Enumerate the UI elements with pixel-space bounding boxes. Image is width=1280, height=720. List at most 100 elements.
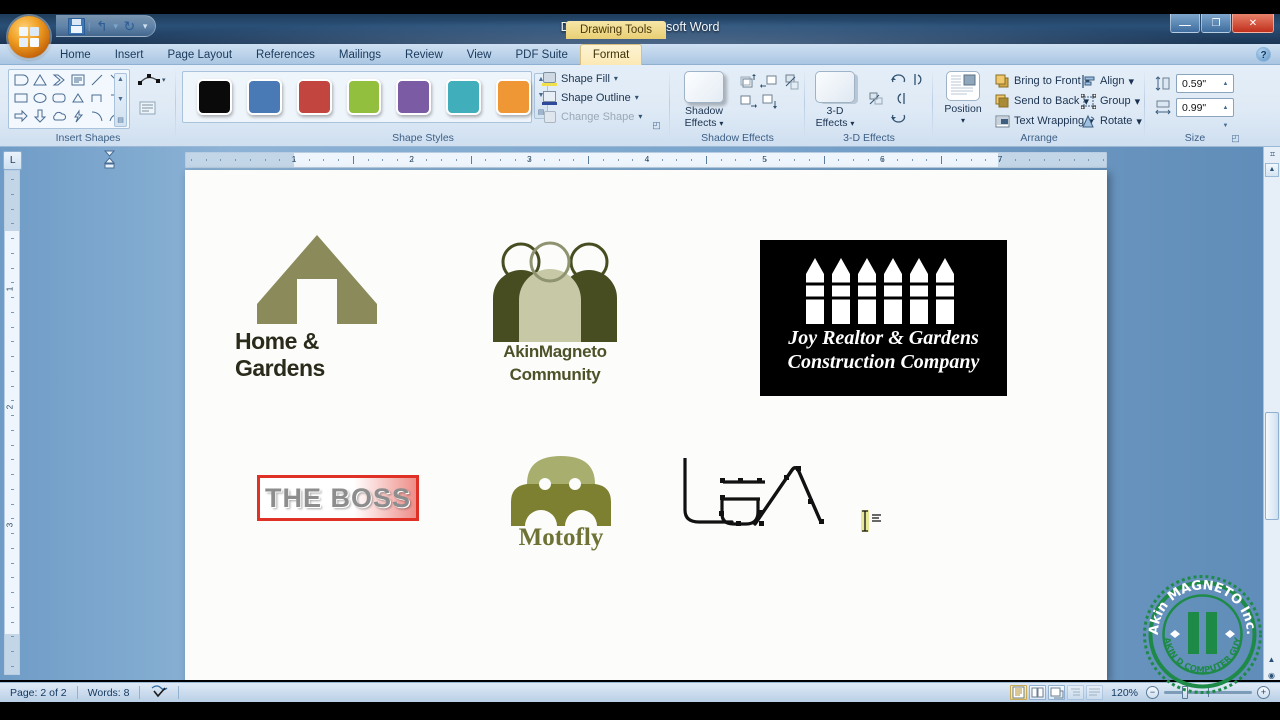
- size-dialog-launcher-icon[interactable]: ◰: [1230, 133, 1241, 144]
- shape-lightning-icon[interactable]: [69, 108, 88, 126]
- shape-height-stepper[interactable]: ▲▼: [1219, 75, 1232, 105]
- edit-points-icon[interactable]: ▾: [136, 71, 170, 95]
- tilt-left-icon[interactable]: [911, 71, 933, 91]
- selection-handle[interactable]: [784, 475, 789, 480]
- selection-handle[interactable]: [808, 499, 813, 504]
- shape-curve-icon[interactable]: [88, 108, 107, 126]
- shadow-on-off-icon[interactable]: [782, 73, 804, 93]
- shape-style-swatch-green[interactable]: [346, 79, 382, 115]
- tab-format[interactable]: Format: [579, 44, 643, 65]
- scrollbar-thumb[interactable]: [1265, 412, 1279, 520]
- shadow-effects-button[interactable]: Shadow Effects ▾: [678, 71, 730, 130]
- shape-width-stepper[interactable]: ▲ ▼: [1219, 99, 1232, 129]
- close-button[interactable]: ✕: [1232, 14, 1274, 33]
- print-layout-view-icon[interactable]: [1010, 685, 1028, 700]
- tab-mailings[interactable]: Mailings: [327, 45, 393, 65]
- selection-handle[interactable]: [819, 519, 824, 524]
- rotate-caret-icon[interactable]: ▾: [1136, 115, 1142, 128]
- shape-width-input[interactable]: 0.99" ▲ ▼: [1176, 98, 1234, 129]
- select-browse-object-icon[interactable]: ◉: [1265, 669, 1278, 682]
- text-box-icon[interactable]: [136, 99, 170, 123]
- bring-to-front-button[interactable]: Bring to Front ▾: [995, 71, 1094, 91]
- selection-handle[interactable]: [738, 478, 743, 483]
- three-d-on-off-icon[interactable]: [867, 90, 889, 110]
- shape-styles-gallery[interactable]: [182, 71, 532, 123]
- tab-pdf-suite[interactable]: PDF Suite: [503, 45, 579, 65]
- outline-view-icon[interactable]: [1067, 685, 1085, 700]
- shape-rounded-rect-icon[interactable]: [12, 72, 31, 90]
- shape-cloud-icon[interactable]: [50, 108, 69, 126]
- shape-rounded-rectangle-icon[interactable]: [50, 90, 69, 108]
- office-button[interactable]: [8, 16, 50, 58]
- shape-style-swatch-black[interactable]: [197, 79, 232, 115]
- word-count[interactable]: Words: 8: [78, 687, 140, 699]
- shape-oval-icon[interactable]: [31, 90, 50, 108]
- split-bar-icon[interactable]: ⌗: [1266, 148, 1279, 161]
- draft-view-icon[interactable]: [1086, 685, 1104, 700]
- shape-triangle-icon[interactable]: [31, 72, 50, 90]
- tab-view[interactable]: View: [455, 45, 504, 65]
- shape-chevron-icon[interactable]: [50, 72, 69, 90]
- height-up-icon[interactable]: ▲: [1223, 75, 1229, 93]
- group-button[interactable]: Group ▾: [1080, 91, 1142, 111]
- shape-fill-caret-icon[interactable]: ▾: [614, 74, 618, 83]
- tab-home[interactable]: Home: [48, 45, 103, 65]
- home-and-gardens-logo[interactable]: Home & Gardens: [235, 232, 385, 381]
- shadow-nudge-up-icon[interactable]: [738, 73, 760, 93]
- shapes-scroll-down-icon[interactable]: ▼: [117, 96, 124, 103]
- shape-line-icon[interactable]: [88, 72, 107, 90]
- align-caret-icon[interactable]: ▾: [1128, 75, 1134, 88]
- position-caret-icon[interactable]: ▾: [935, 115, 991, 127]
- text-wrapping-button[interactable]: Text Wrapping ▾: [995, 111, 1094, 131]
- shape-style-swatch-teal[interactable]: [446, 79, 482, 115]
- motofly-logo[interactable]: Motofly: [505, 450, 617, 555]
- shape-elbow-connector-icon[interactable]: [88, 90, 107, 108]
- selection-handle[interactable]: [736, 521, 741, 526]
- tab-insert[interactable]: Insert: [103, 45, 156, 65]
- group-caret-icon[interactable]: ▾: [1135, 95, 1141, 108]
- vertical-ruler[interactable]: 1 2 3: [4, 170, 20, 675]
- shadow-nudge-right-icon[interactable]: [738, 93, 760, 113]
- shape-down-arrow-icon[interactable]: [31, 108, 50, 126]
- three-d-effects-button[interactable]: 3-D Effects ▾: [809, 71, 861, 130]
- scroll-up-icon[interactable]: ▲: [1265, 163, 1279, 177]
- minimize-button[interactable]: —: [1170, 14, 1200, 33]
- width-up-icon[interactable]: ▲: [1223, 99, 1229, 117]
- shadow-effects-caret-icon[interactable]: ▾: [719, 119, 723, 128]
- selection-handle[interactable]: [720, 495, 725, 500]
- shape-styles-dialog-launcher-icon[interactable]: ◰: [651, 120, 662, 131]
- shape-height-input[interactable]: 0.59" ▲▼: [1176, 74, 1234, 105]
- tab-review[interactable]: Review: [393, 45, 455, 65]
- selection-handle[interactable]: [720, 478, 725, 483]
- joy-realtor-logo[interactable]: Joy Realtor & Gardens Construction Compa…: [760, 240, 1007, 396]
- shadow-nudge-down-icon[interactable]: [760, 93, 782, 113]
- shapes-scroll-up-icon[interactable]: ▲: [117, 76, 124, 83]
- akinmagneto-community-logo[interactable]: AkinMagneto Community: [485, 232, 625, 384]
- selection-handle[interactable]: [758, 510, 763, 515]
- shadow-nudge-left-icon[interactable]: [760, 73, 782, 93]
- proofing-errors-icon[interactable]: [140, 684, 178, 701]
- shape-isoceles-triangle-icon[interactable]: [69, 90, 88, 108]
- selection-handle[interactable]: [759, 521, 764, 526]
- page-indicator[interactable]: Page: 2 of 2: [0, 687, 77, 699]
- shape-style-swatch-blue[interactable]: [246, 79, 282, 115]
- tilt-down-icon[interactable]: [889, 109, 911, 129]
- three-d-effects-caret-icon[interactable]: ▾: [850, 119, 854, 128]
- tilt-right-icon[interactable]: [889, 90, 911, 110]
- shape-style-swatch-purple[interactable]: [396, 79, 432, 115]
- shape-style-swatch-orange[interactable]: [496, 79, 532, 115]
- tab-page-layout[interactable]: Page Layout: [155, 45, 244, 65]
- horizontal-ruler[interactable]: 1 2 3 4 5 6 7: [185, 152, 1107, 168]
- rotate-button[interactable]: Rotate ▾: [1081, 111, 1142, 131]
- selection-handle[interactable]: [719, 511, 724, 516]
- shapes-gallery-scrollbar[interactable]: ▲ ▼ ▤: [114, 73, 127, 127]
- vertical-scrollbar[interactable]: ▲ ⌗: [1263, 147, 1280, 680]
- tilt-up-icon[interactable]: [889, 71, 911, 91]
- help-icon[interactable]: ?: [1256, 47, 1271, 62]
- tab-references[interactable]: References: [244, 45, 327, 65]
- shapes-more-icon[interactable]: ▤: [117, 116, 124, 124]
- previous-page-icon[interactable]: ▲: [1265, 653, 1278, 666]
- indent-marker[interactable]: [103, 150, 116, 170]
- shape-fill-button[interactable]: Shape Fill ▾: [542, 69, 650, 88]
- lea-freeform-drawing[interactable]: [680, 456, 850, 538]
